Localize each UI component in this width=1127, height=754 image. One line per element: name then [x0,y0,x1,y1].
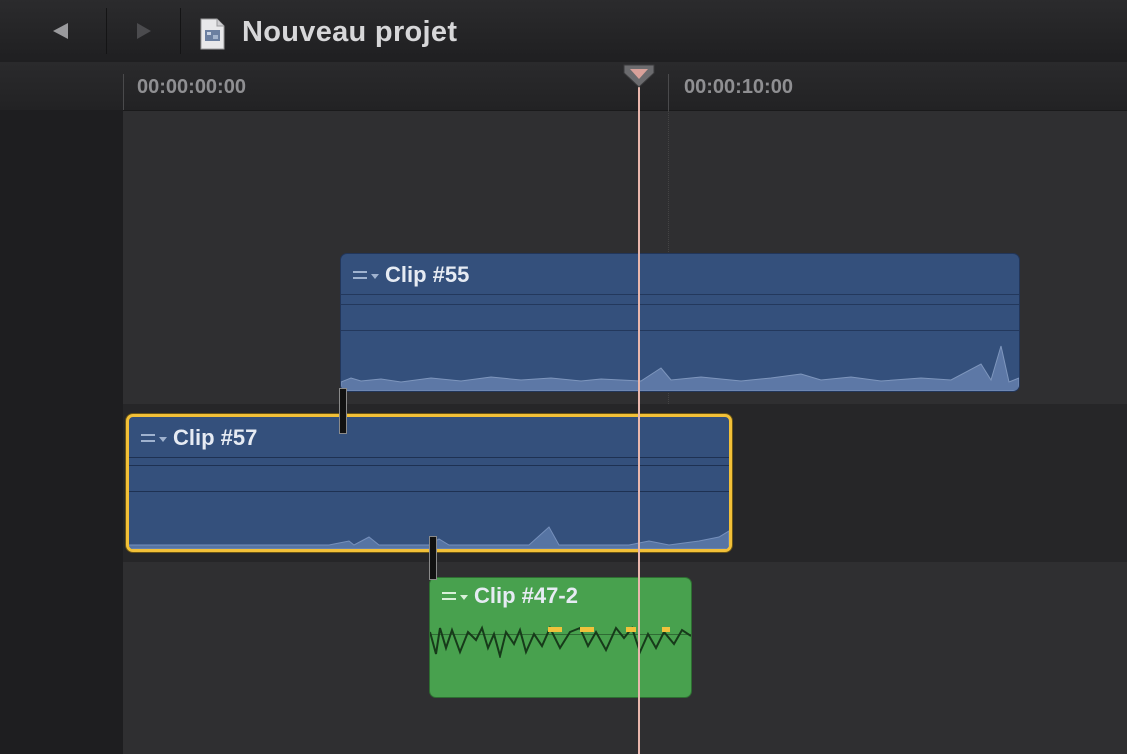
clip-options-icon[interactable] [139,429,169,447]
clip-name: Clip #57 [173,425,258,450]
playhead-line[interactable] [638,80,640,754]
back-button[interactable] [42,14,78,48]
timecode-label: 00:00:00:00 [137,76,246,98]
clip-header[interactable]: Clip #47-2 [430,578,691,614]
project-title: Nouveau projet [242,16,458,48]
document-icon [200,18,225,50]
connection-point [339,388,347,434]
clip-options-icon[interactable] [351,266,381,284]
clip-divider [341,304,1019,305]
clip-options-icon[interactable] [440,587,470,605]
forward-button[interactable] [126,14,162,48]
clip-divider [341,294,1019,295]
nav-divider [106,8,107,54]
ruler-tick [123,74,124,110]
triangle-right-icon [137,23,151,39]
timeline-header: Nouveau projet [0,0,1127,63]
ruler-tick [668,74,669,110]
clip-divider [341,330,1019,331]
clip-55[interactable]: Clip #55 [340,253,1020,392]
playhead-icon[interactable] [622,63,656,89]
timeline-ruler[interactable]: 00:00:00:00 00:00:10:00 [0,62,1127,111]
clip-57[interactable]: Clip #57 [126,414,732,552]
clip-name: Clip #55 [385,262,470,287]
connection-point [429,536,437,580]
track-header-gutter [0,110,123,754]
timecode-label: 00:00:10:00 [684,76,793,98]
nav-divider [180,8,181,54]
triangle-left-icon [53,23,68,39]
clip-header[interactable]: Clip #55 [341,254,1019,296]
clip-name: Clip #47-2 [474,583,578,608]
audio-waveform [430,625,691,658]
clip-47-2[interactable]: Clip #47-2 [429,577,692,698]
audio-waveform [341,345,1019,391]
